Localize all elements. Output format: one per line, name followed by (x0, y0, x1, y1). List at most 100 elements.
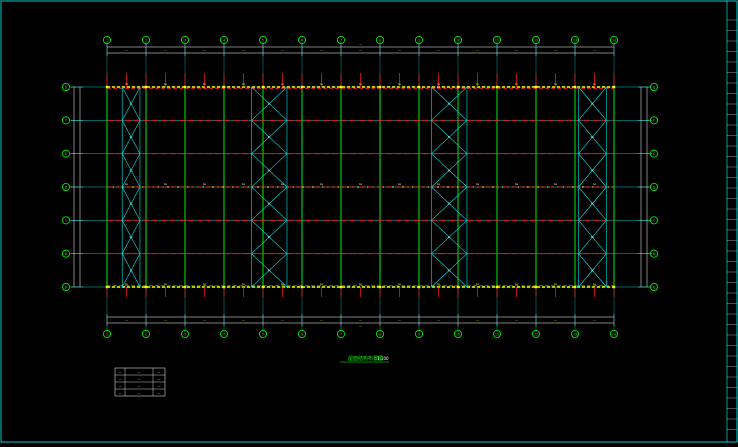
column-node (339, 85, 343, 89)
bay-dimension-text: — (554, 318, 557, 322)
bay-dimension-text: — (125, 48, 128, 52)
column-axis-label: 13 (573, 38, 577, 42)
column-node (612, 285, 616, 289)
roof-plan-drawing: — — — — — — — — — — — — — — — — — — — — — — — — — — — — — SC SC SC SC… (0, 0, 738, 443)
brace-label: SC (448, 269, 451, 272)
member-mark: GL (242, 83, 246, 86)
column-axis-label: 8 (379, 332, 381, 336)
legend-cell: — (138, 377, 141, 381)
member-mark: GL (515, 83, 519, 86)
column-node (534, 285, 538, 289)
bay-dimension-text: — (593, 318, 596, 322)
column-axis-label: 4 (223, 332, 225, 336)
member-mark: GL (203, 83, 207, 86)
brace-label: SC (130, 103, 133, 106)
column-node (495, 285, 499, 289)
row-axis-label: D (65, 185, 68, 189)
bay-dimension-text: — (281, 48, 284, 52)
column-axis-label: 4 (223, 38, 225, 42)
brace-label: SC (268, 236, 271, 239)
brace-label: SC (448, 236, 451, 239)
column-node (456, 85, 460, 89)
column-node (300, 85, 304, 89)
member-marks: GL GL GL GL GL GL GL GL GL GL GL GL GL GL GL GL GL GL GL GL… (105, 83, 616, 289)
total-length-text: — (359, 42, 362, 46)
column-node (339, 285, 343, 289)
bay-dimension-text: — (398, 318, 401, 322)
member-mark: GL (125, 83, 129, 86)
legend-cell: — (158, 377, 161, 381)
column-axis-label: 6 (301, 38, 303, 42)
bay-dimension-text: — (476, 318, 479, 322)
bay-dimension-text: — (125, 318, 128, 322)
column-node (261, 85, 265, 89)
member-mark: GL (593, 83, 597, 86)
bay-dimension-text: — (359, 318, 362, 322)
column-node (534, 85, 538, 89)
column-axis-label: 3 (184, 38, 186, 42)
bay-dimension-text: — (476, 48, 479, 52)
member-mark: GL (476, 183, 480, 186)
member-mark: GL (437, 183, 441, 186)
legend-cell: — (138, 391, 141, 395)
member-mark: GL (242, 183, 246, 186)
bay-dimension-text: — (359, 48, 362, 52)
member-mark: GL (320, 83, 324, 86)
total-length-text: — (359, 324, 362, 328)
column-axis-label: 12 (534, 38, 538, 42)
brace-label: SC (591, 169, 594, 172)
column-node (105, 85, 109, 89)
column-node (417, 285, 421, 289)
member-mark: GL (554, 83, 558, 86)
brace-label: SC (130, 236, 133, 239)
column-node (573, 285, 577, 289)
column-axis-label: 14 (612, 38, 616, 42)
member-mark: GL (164, 83, 168, 86)
row-axis-label: B (653, 252, 655, 256)
bay-dimension-text: — (437, 48, 440, 52)
column-axis-label: 7 (340, 38, 342, 42)
legend-cell: — (158, 391, 161, 395)
member-mark: GL (515, 183, 519, 186)
column-axis-label: 11 (495, 332, 499, 336)
column-axis-label: 13 (573, 332, 577, 336)
column-axis-label: 8 (379, 38, 381, 42)
column-node (573, 85, 577, 89)
row-axis-label: F (65, 119, 67, 123)
legend-cell: — (158, 384, 161, 388)
brace-label: SC (130, 203, 133, 206)
brace-label: SC (130, 269, 133, 272)
row-axis-label: D (653, 185, 656, 189)
member-mark: GL (125, 183, 129, 186)
brace-label: SC (130, 169, 133, 172)
drawing-border (0, 0, 738, 443)
cad-drawing-canvas[interactable]: — — — — — — — — — — — — — — — — — — — — — — — — — — — — — SC SC SC SC… (0, 0, 738, 443)
legend-cell: — (119, 391, 122, 395)
column-axis-label: 12 (534, 332, 538, 336)
column-axis-label: 1 (106, 332, 108, 336)
brace-label: SC (448, 203, 451, 206)
bay-dimension-text: — (554, 48, 557, 52)
brace-label: SC (591, 103, 594, 106)
legend-cell: — (119, 384, 122, 388)
row-axis-label: A (653, 285, 656, 289)
brace-label: SC (268, 103, 271, 106)
column-node (378, 285, 382, 289)
bottom-dimension-line: — — — — — — — — — — — — — — (106, 314, 615, 328)
brace-label: SC (591, 203, 594, 206)
member-mark: GL (281, 83, 285, 86)
bay-dimension-text: — (515, 318, 518, 322)
member-mark: GL (203, 183, 207, 186)
column-axis-label: 5 (262, 38, 264, 42)
column-axis-label: 2 (145, 38, 147, 42)
column-axis-label: 5 (262, 332, 264, 336)
column-node (222, 85, 226, 89)
brace-label: SC (591, 236, 594, 239)
column-node (495, 85, 499, 89)
column-node (378, 85, 382, 89)
row-axis-label: E (65, 152, 67, 156)
member-mark: GL (398, 83, 402, 86)
row-axis-label: A (65, 285, 68, 289)
column-node (417, 85, 421, 89)
legend-cell: — (119, 377, 122, 381)
